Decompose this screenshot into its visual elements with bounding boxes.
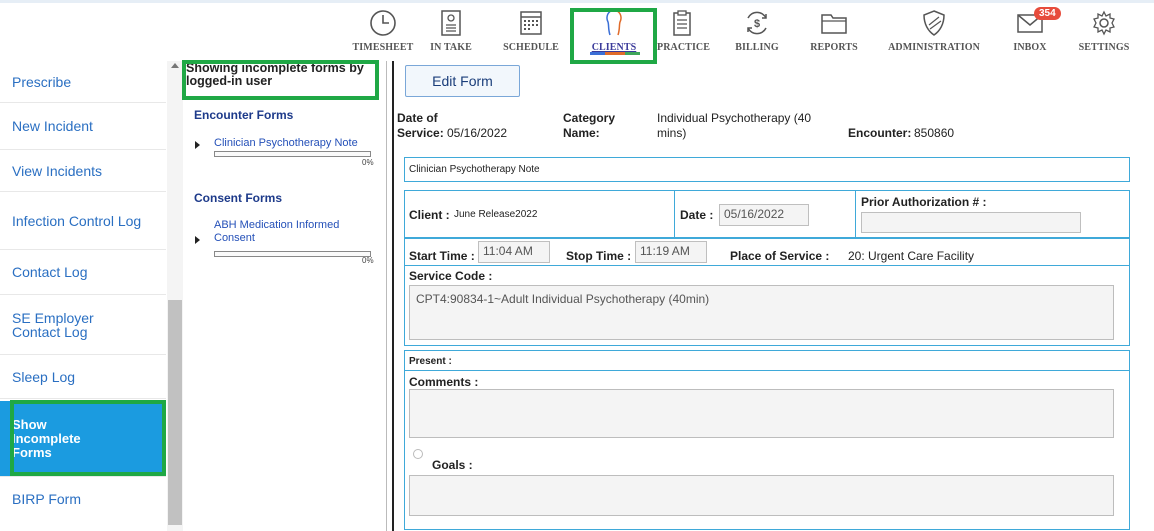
expand-arrow-icon[interactable] xyxy=(195,236,200,244)
sidebar-item-label: Contact Log xyxy=(12,264,88,280)
encounter-form-link[interactable]: Clinician Psychotherapy Note xyxy=(214,137,379,150)
sidebar-item-sleep-log[interactable]: Sleep Log xyxy=(0,355,166,399)
client-label: Client : xyxy=(409,208,450,222)
sidebar-item-label: New Incident xyxy=(12,118,93,134)
place-of-service-value: 20: Urgent Care Facility xyxy=(848,249,975,263)
goals-field[interactable] xyxy=(409,475,1114,516)
sidebar-item-infection-control-log[interactable]: Infection Control Log xyxy=(0,192,166,250)
nav-label: SCHEDULE xyxy=(503,42,559,53)
encounter-value: 850860 xyxy=(914,126,955,140)
gear-icon xyxy=(1093,10,1115,36)
date-of-service-label: Date of Service: xyxy=(397,111,444,140)
nav-practice[interactable]: PRACTICE xyxy=(657,8,711,60)
intake-form-icon xyxy=(441,10,461,36)
nav-label: REPORTS xyxy=(810,42,858,53)
nav-billing[interactable]: $ BILLING xyxy=(735,8,779,60)
nav-label: ADMINISTRATION xyxy=(888,42,980,53)
sidebar-item-se-employer-contact-log[interactable]: SE Employer Contact Log xyxy=(0,295,166,355)
expand-arrow-icon[interactable] xyxy=(195,141,200,149)
date-field[interactable]: 05/16/2022 xyxy=(719,204,809,226)
date-of-service-value: 05/16/2022 xyxy=(447,126,508,140)
field-divider xyxy=(405,265,1129,266)
stop-time-label: Stop Time : xyxy=(566,249,632,263)
nav-intake[interactable]: IN TAKE xyxy=(428,8,474,60)
scroll-up-icon[interactable] xyxy=(171,63,179,68)
forms-title-highlight-box xyxy=(182,60,379,100)
stop-time-field[interactable]: 11:19 AM xyxy=(635,241,707,263)
field-divider xyxy=(405,370,1129,371)
nav-reports[interactable]: REPORTS xyxy=(808,8,860,60)
category-name-value: Individual Psychotherapy (40 mins) xyxy=(657,111,812,140)
start-time-field[interactable]: 11:04 AM xyxy=(478,241,550,263)
sidebar-item-contact-log[interactable]: Contact Log xyxy=(0,250,166,295)
sidebar-scroll-thumb[interactable] xyxy=(168,300,182,525)
consent-form-link[interactable]: ABH Medication Informed Consent xyxy=(214,219,364,245)
sidebar-item-label: Infection Control Log xyxy=(12,212,142,229)
encounter-forms-heading: Encounter Forms xyxy=(194,108,294,122)
nav-label: BILLING xyxy=(735,42,779,53)
sidebar-item-label: BIRP Form xyxy=(12,491,81,507)
nav-label: SETTINGS xyxy=(1078,42,1130,53)
progress-percent: 0% xyxy=(362,158,374,167)
calendar-icon xyxy=(520,11,542,35)
sidebar-item-label: View Incidents xyxy=(12,162,103,179)
goals-radio[interactable] xyxy=(413,449,423,459)
service-code-label: Service Code : xyxy=(409,269,493,283)
consent-form-progress xyxy=(214,251,371,257)
sidebar-item-birp-form[interactable]: BIRP Form xyxy=(0,479,166,519)
prior-authorization-label: Prior Authorization # : xyxy=(861,195,987,209)
dollar-icon: $ xyxy=(747,11,767,35)
inbox-count-badge: 354 xyxy=(1034,7,1061,20)
sidebar-item-prescribe[interactable]: Prescribe xyxy=(0,61,166,103)
note-title-box: Clinician Psychotherapy Note xyxy=(404,157,1130,182)
sidebar-item-label: Sleep Log xyxy=(12,368,76,385)
comments-field[interactable] xyxy=(409,389,1114,438)
field-divider xyxy=(855,191,856,237)
edit-form-button[interactable]: Edit Form xyxy=(405,65,520,97)
progress-percent: 0% xyxy=(362,256,374,265)
goals-label: Goals : xyxy=(432,458,473,472)
field-divider xyxy=(674,191,675,237)
nav-schedule[interactable]: SCHEDULE xyxy=(502,8,560,60)
clipboard-icon xyxy=(673,10,691,36)
note-title: Clinician Psychotherapy Note xyxy=(409,164,540,175)
service-code-field[interactable]: CPT4:90834-1~Adult Individual Psychother… xyxy=(409,285,1114,340)
place-of-service-label: Place of Service : xyxy=(730,249,830,263)
encounter-label: Encounter: xyxy=(848,126,912,140)
folder-icon xyxy=(821,14,847,34)
sidebar-item-new-incident[interactable]: New Incident xyxy=(0,103,166,150)
prior-authorization-field[interactable] xyxy=(861,212,1081,233)
sidebar-item-label: SE Employer Contact Log xyxy=(12,309,94,340)
client-value: June Release2022 xyxy=(454,209,538,220)
nav-label: INBOX xyxy=(1013,42,1047,53)
nav-label: IN TAKE xyxy=(430,42,472,53)
nav-label: PRACTICE xyxy=(657,42,711,53)
clock-icon xyxy=(370,10,396,36)
comments-label: Comments : xyxy=(409,375,479,389)
category-name-label: Category Name: xyxy=(563,111,616,140)
sidebar-item-view-incidents[interactable]: View Incidents xyxy=(0,150,166,192)
svg-text:$: $ xyxy=(754,18,760,30)
nav-settings[interactable]: SETTINGS xyxy=(1074,8,1134,60)
shield-icon xyxy=(923,10,945,36)
nav-administration[interactable]: ADMINISTRATION xyxy=(884,8,984,60)
encounter-form-progress xyxy=(214,151,371,157)
clients-highlight-box xyxy=(570,8,657,64)
consent-forms-heading: Consent Forms xyxy=(194,191,283,205)
start-time-label: Start Time : xyxy=(409,249,475,263)
incomplete-forms-panel xyxy=(184,61,386,531)
date-label: Date : xyxy=(680,208,714,222)
nav-label: TIMESHEET xyxy=(352,42,414,53)
panel-divider xyxy=(386,61,387,531)
show-incomplete-highlight-box xyxy=(10,400,166,476)
nav-timesheet[interactable]: TIMESHEET xyxy=(347,8,419,60)
panel-divider[interactable] xyxy=(392,61,394,531)
present-label: Present : xyxy=(409,356,452,367)
sidebar-item-label: Prescribe xyxy=(12,73,72,90)
